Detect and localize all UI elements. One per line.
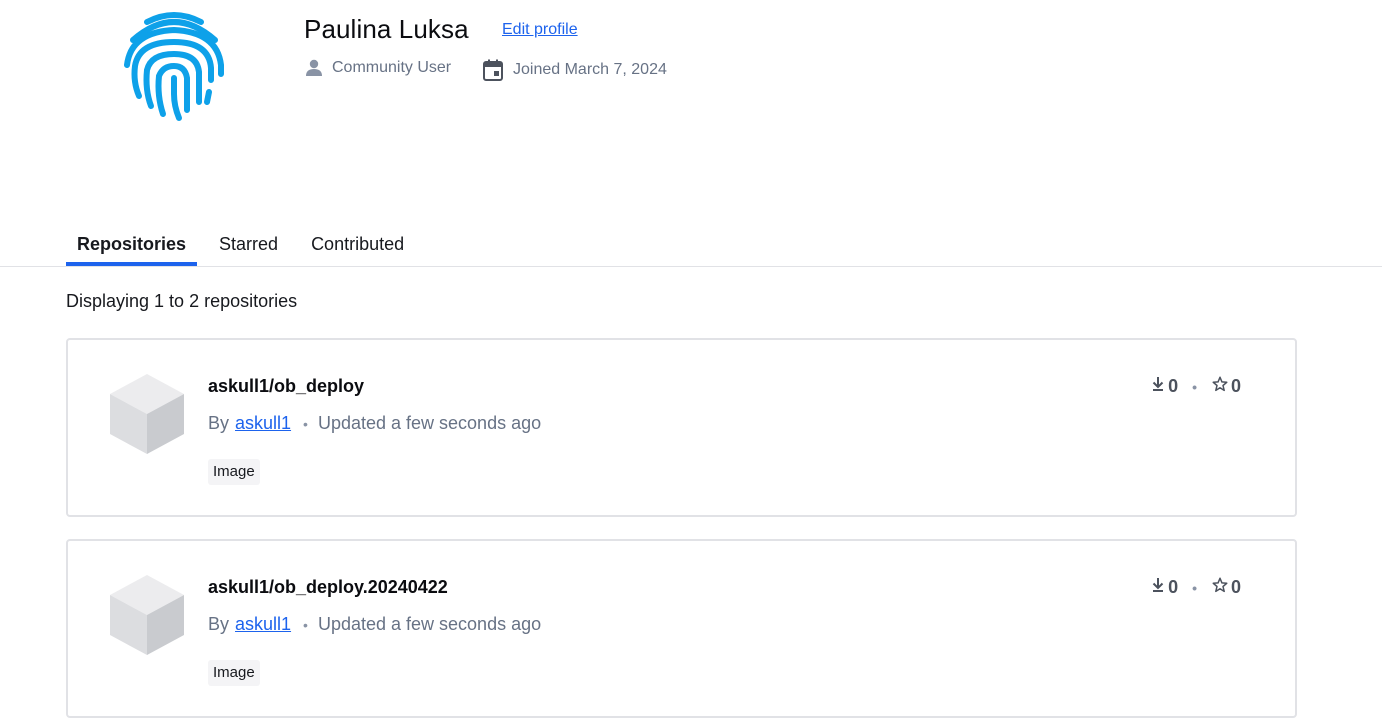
repository-byline: By askull1 • Updated a few seconds ago — [208, 614, 541, 635]
profile-page: Paulina Luksa Edit profile Community Use… — [0, 0, 1382, 721]
downloads-count: 0 — [1168, 577, 1179, 597]
stars-count: 0 — [1230, 577, 1241, 597]
repository-stats: 0 • 0 — [1150, 576, 1241, 599]
repository-card[interactable]: askull1/ob_deploy.20240422 By askull1 • … — [66, 539, 1297, 718]
type-badge: Image — [208, 660, 260, 686]
separator-dot: • — [1192, 378, 1197, 395]
profile-role-label: Community User — [332, 59, 452, 76]
edit-profile-link[interactable]: Edit profile — [502, 21, 578, 39]
calendar-icon — [481, 58, 505, 82]
download-icon — [1150, 576, 1166, 599]
repository-byline: By askull1 • Updated a few seconds ago — [208, 413, 541, 434]
repository-card[interactable]: askull1/ob_deploy By askull1 • Updated a… — [66, 338, 1297, 517]
result-count: Displaying 1 to 2 repositories — [66, 291, 298, 311]
tab-contributed[interactable]: Contributed — [300, 222, 415, 266]
profile-joined-label: Joined March 7, 2024 — [513, 61, 667, 78]
tab-starred[interactable]: Starred — [208, 222, 289, 266]
downloads-count: 0 — [1168, 376, 1179, 396]
stars-stat: 0 — [1211, 576, 1241, 599]
fingerprint-avatar-icon — [117, 10, 231, 122]
downloads-stat: 0 — [1150, 375, 1178, 398]
by-label: By — [208, 614, 230, 634]
download-icon — [1150, 375, 1166, 398]
repository-stats: 0 • 0 — [1150, 375, 1241, 398]
profile-joined: Joined March 7, 2024 — [481, 58, 667, 82]
repository-name[interactable]: askull1/ob_deploy — [208, 376, 364, 397]
tabs-divider — [0, 266, 1382, 267]
author-link[interactable]: askull1 — [235, 614, 291, 635]
star-outline-icon — [1211, 576, 1229, 599]
stars-count: 0 — [1230, 376, 1241, 396]
stars-stat: 0 — [1211, 375, 1241, 398]
downloads-stat: 0 — [1150, 576, 1178, 599]
star-outline-icon — [1211, 375, 1229, 398]
separator-dot: • — [1192, 579, 1197, 596]
tab-repositories[interactable]: Repositories — [66, 222, 198, 266]
user-icon — [304, 58, 324, 78]
type-badge: Image — [208, 459, 260, 485]
by-label: By — [208, 413, 230, 433]
profile-role: Community User — [304, 58, 451, 78]
separator-dot: • — [303, 616, 308, 633]
updated-label: Updated a few seconds ago — [317, 413, 542, 433]
profile-tabs: Repositories Starred Contributed — [66, 222, 426, 266]
updated-label: Updated a few seconds ago — [317, 614, 542, 634]
repository-name[interactable]: askull1/ob_deploy.20240422 — [208, 577, 448, 598]
author-link[interactable]: askull1 — [235, 413, 291, 434]
profile-name: Paulina Luksa — [304, 14, 469, 44]
cube-icon — [108, 573, 186, 657]
separator-dot: • — [303, 415, 308, 432]
cube-icon — [108, 372, 186, 456]
